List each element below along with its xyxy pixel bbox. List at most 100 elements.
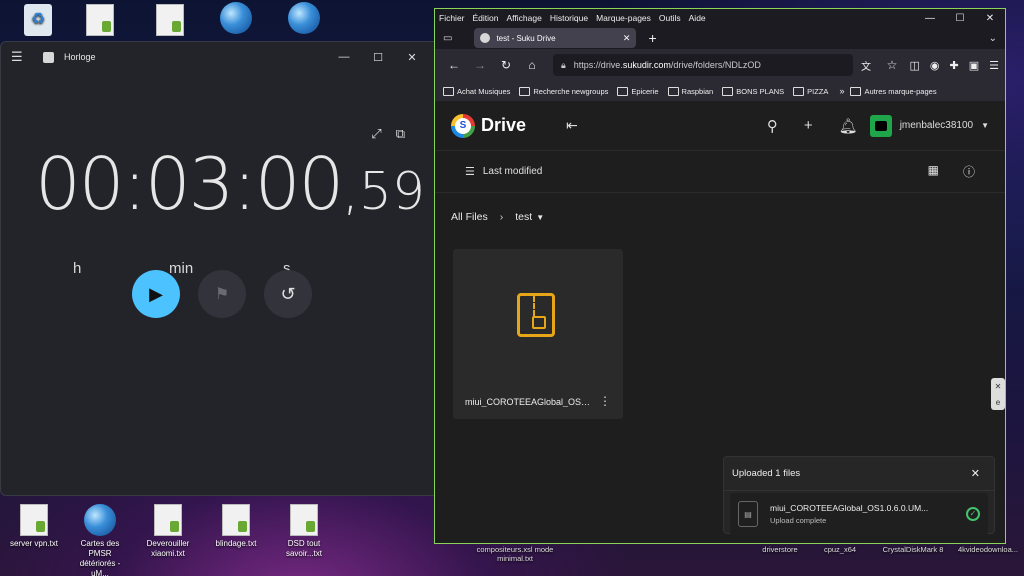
navigation-bar: ← → ↻ ⌂ 🔒︎ https://drive. sukudir.com/dri…	[435, 49, 1005, 81]
drive-app: S Drive ⇤ ⚲ + 🔔︎ jmenbalec38100 ▼ ☰ Last…	[435, 101, 1005, 543]
desktop-label-partial: CrystalDiskMark 8	[882, 545, 944, 554]
clock-window: ☰ Horloge — ☐ ✕ ⤢ ⧉ 00:03:00,59 h min s …	[0, 41, 440, 496]
desktop-file-server-vpn[interactable]: server vpn.txt	[4, 504, 64, 549]
drive-app-title: Drive	[481, 115, 527, 135]
clock-window-title: Horloge	[64, 52, 96, 62]
tab-test-suku-drive[interactable]: test - Suku Drive ✕	[474, 28, 637, 48]
hamburger-menu-icon[interactable]: ☰	[11, 49, 31, 65]
upload-status-text: Upload complete	[770, 516, 827, 525]
close-icon[interactable]: ✕	[395, 51, 429, 64]
close-icon[interactable]: ✕	[975, 13, 1005, 24]
bookmark-folder[interactable]: Epicerie	[617, 87, 658, 96]
reset-button[interactable]: ↺	[264, 270, 312, 318]
desktop-document-icon[interactable]	[70, 4, 130, 39]
desktop-label-partial: driverstore	[762, 545, 798, 554]
url-path: /drive/folders/NDLzOD	[670, 60, 761, 70]
tab-list-chevron-icon[interactable]: ⌄	[989, 33, 997, 44]
globe-icon	[84, 504, 116, 536]
breadcrumb-all-files[interactable]: All Files	[451, 211, 488, 223]
desktop-globe-icon[interactable]	[206, 2, 266, 37]
menu-aide[interactable]: Aide	[689, 13, 706, 23]
bookmark-folder[interactable]: Recherche newgroups	[519, 87, 608, 96]
menu-fichier[interactable]: Fichier	[439, 13, 465, 23]
username: jmenbalec38100	[899, 120, 974, 131]
side-extension-panel[interactable]: ✕ e	[991, 378, 1005, 410]
menu-historique[interactable]: Historique	[550, 13, 588, 23]
url-prefix: https://drive.	[573, 60, 623, 70]
notifications-bell-icon[interactable]: 🔔︎	[839, 117, 858, 135]
clock-titlebar: ☰ Horloge — ☐ ✕	[1, 42, 439, 72]
flag-icon: ⚑	[214, 286, 230, 303]
desktop-file-deverouiller-xiaomi[interactable]: Deverouiller xiaomi.txt	[138, 504, 198, 559]
menu-edition[interactable]: Édition	[473, 13, 499, 23]
hours-unit-label: h	[73, 260, 82, 277]
chevron-right-icon: ›	[499, 211, 504, 223]
reset-icon: ↺	[280, 283, 296, 304]
caret-down-icon[interactable]: ▼	[536, 213, 544, 222]
file-card[interactable]: miui_COROTEEAGlobal_OS1.0.6.0.UM... ⋮	[453, 249, 623, 419]
bookmark-star-icon[interactable]: ☆	[879, 58, 905, 72]
drive-toolbar: ☰ Last modified ▦ ⓘ	[435, 151, 1005, 193]
add-icon[interactable]: +	[804, 117, 813, 134]
menu-affichage[interactable]: Affichage	[507, 13, 542, 23]
translate-icon[interactable]: 文	[853, 58, 879, 73]
drive-logo[interactable]: S	[451, 113, 475, 138]
extension-badge-icon[interactable]: ▣	[969, 59, 979, 72]
maximize-icon[interactable]: ☐	[361, 51, 395, 64]
close-icon[interactable]: ✕	[995, 382, 1002, 391]
bookmarks-overflow-button[interactable]: »	[839, 86, 844, 96]
lap-button[interactable]: ⚑	[198, 270, 246, 318]
desktop-file-blindage[interactable]: blindage.txt	[206, 504, 266, 549]
text-file-icon	[222, 504, 250, 536]
info-icon[interactable]: ⓘ	[963, 163, 975, 180]
app-menu-icon[interactable]: ☰	[989, 59, 999, 72]
search-icon[interactable]: ⚲	[767, 117, 778, 135]
recycle-bin-icon[interactable]: ♻	[8, 4, 68, 39]
minimize-icon[interactable]: —	[327, 51, 361, 64]
stopwatch-time: 00:03:00	[35, 142, 344, 226]
grid-view-icon[interactable]: ▦	[928, 163, 939, 180]
check-circle-icon: ✓	[966, 507, 980, 521]
maximize-icon[interactable]: ☐	[945, 13, 975, 24]
breadcrumb-current-folder[interactable]: test	[515, 211, 532, 223]
bookmark-folder[interactable]: BONS PLANS	[722, 87, 784, 96]
sort-icon[interactable]: ☰	[465, 165, 475, 178]
tab-close-icon[interactable]: ✕	[623, 33, 631, 44]
other-bookmarks-folder[interactable]: Autres marque-pages	[850, 87, 936, 96]
play-button[interactable]: ▶	[132, 270, 180, 318]
expand-icon[interactable]: ⤢	[371, 126, 381, 142]
minimize-icon[interactable]: —	[915, 13, 945, 24]
collapse-sidebar-icon[interactable]: ⇤	[566, 117, 578, 134]
text-file-icon	[20, 504, 48, 536]
sort-label[interactable]: Last modified	[483, 166, 542, 177]
reload-icon[interactable]: ↻	[493, 58, 519, 72]
clock-app-icon	[43, 51, 54, 63]
close-icon[interactable]: ✕	[971, 467, 980, 480]
upload-status-panel: Uploaded 1 files ✕ ▤ miui_COROTEEAGlobal…	[723, 456, 995, 535]
pocket-icon[interactable]: ◫	[909, 59, 919, 72]
url-bar[interactable]: 🔒︎ https://drive. sukudir.com/drive/folde…	[553, 54, 853, 76]
user-menu[interactable]: jmenbalec38100 ▼	[869, 114, 989, 137]
extensions-icon[interactable]: ✚	[950, 59, 959, 72]
desktop-file-dsd[interactable]: DSD tout savoir...txt	[274, 504, 334, 559]
tab-strip: ▭ test - Suku Drive ✕ + ⌄	[435, 27, 1005, 49]
firefox-view-icon[interactable]: ▭	[443, 33, 452, 44]
desktop-file-cartes-pmsr[interactable]: Cartes des PMSR détériorés - uM...	[70, 504, 130, 576]
home-icon[interactable]: ⌂	[519, 58, 545, 72]
menu-outils[interactable]: Outils	[659, 13, 681, 23]
extension-icon[interactable]: e	[996, 398, 1000, 407]
new-tab-button[interactable]: +	[648, 30, 656, 46]
caret-down-icon: ▼	[981, 121, 989, 130]
zip-file-icon	[517, 293, 555, 337]
compact-overlay-icon[interactable]: ⧉	[396, 126, 405, 142]
desktop-globe-icon[interactable]	[274, 2, 334, 37]
more-options-icon[interactable]: ⋮	[599, 394, 611, 408]
bookmark-folder[interactable]: PIZZA	[793, 87, 828, 96]
bookmark-folder[interactable]: Raspbian	[668, 87, 714, 96]
desktop-document-icon[interactable]	[140, 4, 200, 39]
back-icon[interactable]: ←	[441, 58, 467, 72]
menu-marque-pages[interactable]: Marque-pages	[596, 13, 651, 23]
bookmark-folder[interactable]: Achat Musiques	[443, 87, 510, 96]
account-icon[interactable]: ◉	[930, 59, 940, 72]
forward-icon[interactable]: →	[467, 58, 493, 72]
